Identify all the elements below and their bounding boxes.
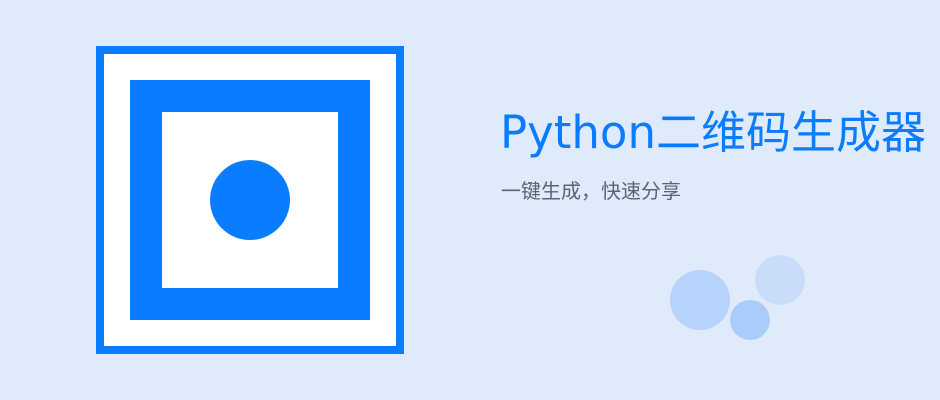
bubbles-decoration <box>660 250 820 350</box>
qr-center-dot <box>210 160 290 240</box>
bubble-large-left <box>670 270 730 330</box>
bubble-small <box>730 300 770 340</box>
app-title: Python二维码生成器 <box>500 106 926 159</box>
bubble-large-top <box>755 255 805 305</box>
app-subtitle: 一键生成，快速分享 <box>501 179 681 203</box>
qr-finder-pattern-icon <box>96 46 404 354</box>
qr-code-icon <box>96 46 404 354</box>
